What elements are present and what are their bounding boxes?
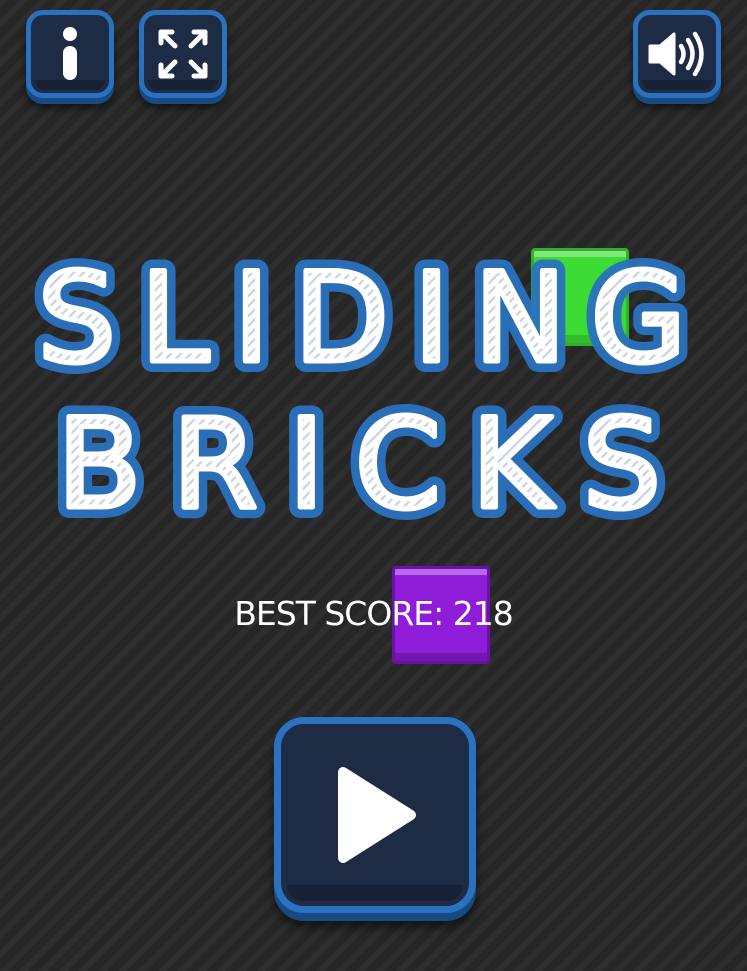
title-line2: BRICKS: [57, 393, 691, 526]
info-icon: [63, 27, 77, 80]
game-title: SLIDING BRICKS SLIDING BRICKS: [26, 236, 710, 526]
fullscreen-button[interactable]: [139, 10, 227, 98]
speaker-icon: [648, 31, 704, 77]
sound-button[interactable]: [633, 10, 721, 98]
fullscreen-icon: [158, 29, 208, 79]
info-button[interactable]: [26, 10, 114, 98]
best-score-label: BEST SCORE:: [234, 594, 444, 633]
best-score-value: 218: [452, 594, 514, 633]
play-button[interactable]: [274, 717, 476, 913]
title-line1: SLIDING: [37, 247, 710, 391]
best-score: BEST SCORE: 218: [0, 594, 747, 633]
play-icon: [338, 767, 416, 863]
